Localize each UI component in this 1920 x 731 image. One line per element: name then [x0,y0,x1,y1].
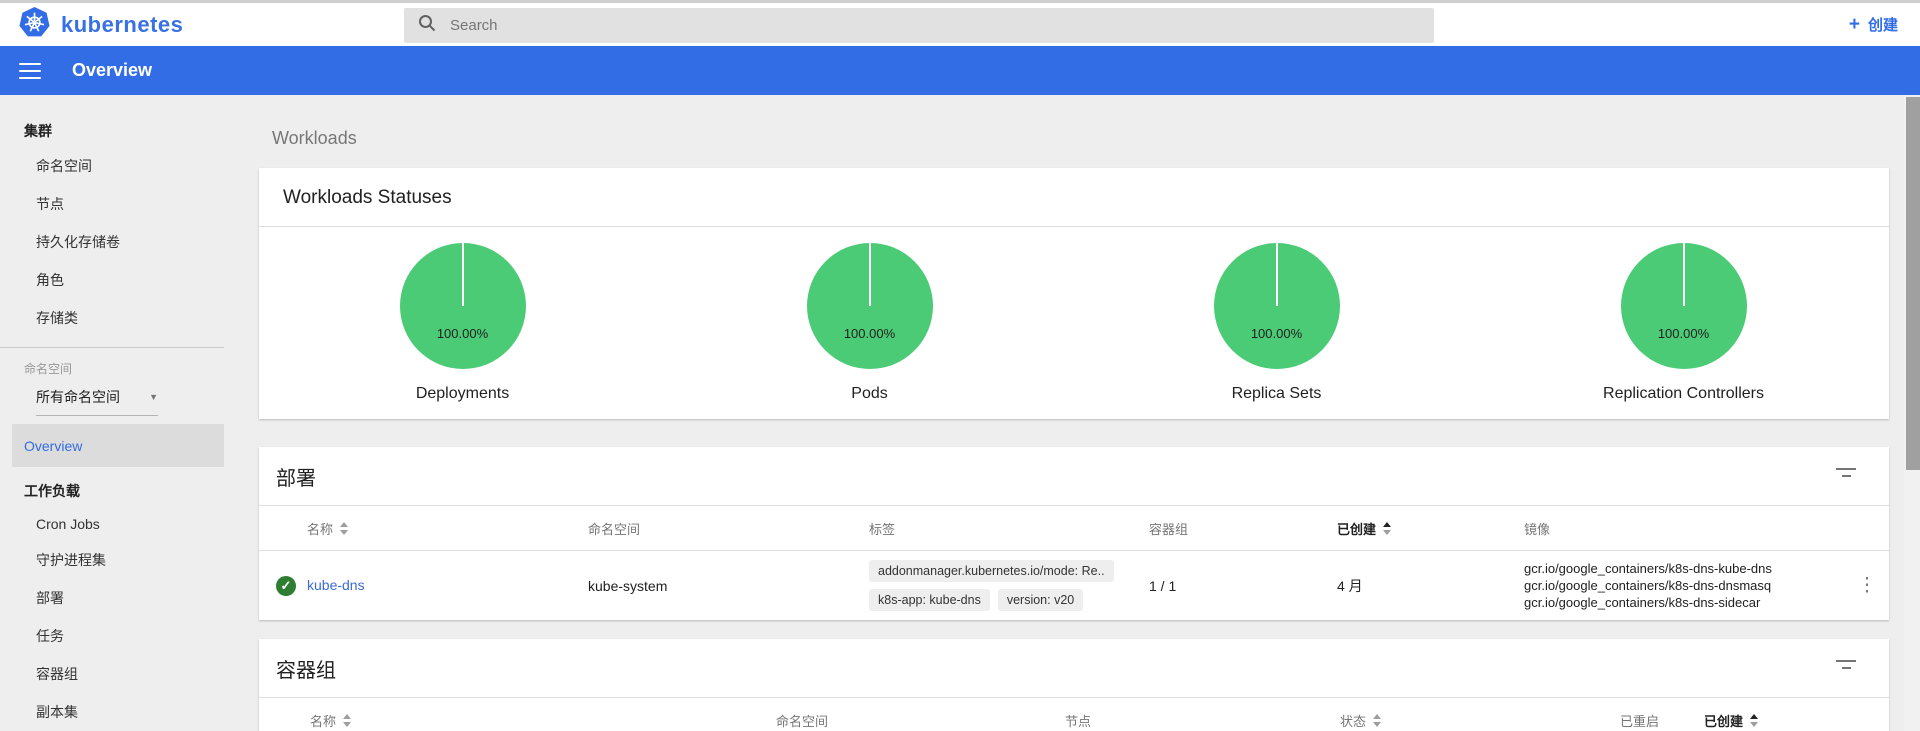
sidebar-header-workloads: 工作负载 [0,469,240,507]
deployment-images: gcr.io/google_containers/k8s-dns-kube-dn… [1524,560,1845,611]
filter-icon[interactable] [1835,655,1857,673]
kubernetes-brand[interactable]: kubernetes [0,6,183,44]
column-header-namespace[interactable]: 命名空间 [588,519,869,538]
create-button-label: 创建 [1868,14,1898,35]
deployments-pie-chart: 100.00% Deployments [259,235,666,403]
workloads-statuses-card: Workloads Statuses 100.00% Deployments 1… [259,168,1889,419]
search-icon [418,14,436,37]
replica-sets-pie-chart: 100.00% Replica Sets [1073,235,1480,403]
namespace-select[interactable]: 所有命名空间 ▼ [36,387,158,416]
sort-icon [1750,714,1758,727]
main-content: Workloads Workloads Statuses 100.00% Dep… [240,95,1920,731]
replication-controllers-pie-chart: 100.00% Replication Controllers [1480,235,1887,403]
row-actions-kebab-icon[interactable]: ⋮ [1845,574,1889,597]
chart-label: Replication Controllers [1603,385,1764,403]
column-header-created[interactable]: 已创建 [1337,519,1524,538]
brand-text: kubernetes [61,12,183,38]
sidebar-item-overview[interactable]: Overview [12,424,224,467]
status-ok-icon: ✓ [276,576,296,596]
sidebar-item-persistent-volumes[interactable]: 持久化存储卷 [0,223,240,261]
hamburger-menu-icon[interactable] [19,63,41,79]
pods-table-header: 名称 命名空间 节点 状态 已重启 已创建 [259,697,1889,731]
sidebar-item-nodes[interactable]: 节点 [0,185,240,223]
search-bar[interactable] [404,8,1434,43]
pie-value: 100.00% [400,326,526,341]
kubernetes-logo-icon [18,6,51,44]
top-header: kubernetes + 创建 [0,0,1920,46]
pie-value: 100.00% [1214,326,1340,341]
sidebar-item-jobs[interactable]: 任务 [0,617,240,655]
sidebar-header-cluster: 集群 [0,109,240,147]
column-header-labels[interactable]: 标签 [869,519,1149,538]
sidebar: 集群 命名空间 节点 持久化存储卷 角色 存储类 命名空间 所有命名空间 ▼ O… [0,95,240,731]
sidebar-item-storage-classes[interactable]: 存储类 [0,299,240,337]
page-title: Workloads [272,128,1920,149]
deployment-name-link[interactable]: kube-dns [307,577,365,593]
statuses-card-title: Workloads Statuses [259,168,1889,226]
sidebar-item-roles[interactable]: 角色 [0,261,240,299]
sidebar-item-deployments[interactable]: 部署 [0,579,240,617]
table-row: ✓ kube-dns kube-system addonmanager.kube… [259,550,1889,620]
column-header-namespace[interactable]: 命名空间 [776,711,1065,730]
column-header-node[interactable]: 节点 [1065,711,1340,730]
chart-label: Replica Sets [1232,385,1322,403]
sidebar-item-namespaces[interactable]: 命名空间 [0,147,240,185]
deployments-table-header: 名称 命名空间 标签 容器组 已创建 镜像 [259,505,1889,550]
deployment-pods-count: 1 / 1 [1149,578,1337,594]
sidebar-divider [0,347,224,348]
status-charts: 100.00% Deployments 100.00% Pods 100.00%… [259,227,1889,419]
search-input[interactable] [450,17,1330,34]
sidebar-item-cron-jobs[interactable]: Cron Jobs [0,507,240,541]
column-header-images[interactable]: 镜像 [1524,519,1845,538]
pie: 100.00% [807,243,933,369]
pie-value: 100.00% [807,326,933,341]
sort-icon [1373,714,1381,727]
plus-icon: + [1849,15,1860,34]
pods-card: 容器组 名称 命名空间 节点 状态 已重启 已创建 [259,639,1889,731]
column-header-name[interactable]: 名称 [310,711,776,730]
namespace-select-label: 命名空间 [0,350,240,381]
namespace-select-value: 所有命名空间 [36,387,120,407]
column-header-restarts[interactable]: 已重启 [1620,711,1704,730]
sidebar-item-pods[interactable]: 容器组 [0,655,240,693]
pie: 100.00% [1214,243,1340,369]
label-chip: k8s-app: kube-dns [869,589,990,611]
scrollbar-track[interactable] [1904,95,1920,731]
pods-card-title: 容器组 [259,639,1889,697]
column-header-name[interactable]: 名称 [307,519,588,538]
pie-value: 100.00% [1621,326,1747,341]
app-bar: Overview [0,46,1920,95]
pods-pie-chart: 100.00% Pods [666,235,1073,403]
sidebar-item-replica-sets[interactable]: 副本集 [0,693,240,731]
column-header-status[interactable]: 状态 [1340,711,1620,730]
sort-icon [340,522,348,535]
appbar-title: Overview [72,60,152,81]
chart-label: Deployments [416,385,509,403]
scrollbar-thumb[interactable] [1906,97,1920,470]
pie: 100.00% [1621,243,1747,369]
sort-icon [343,714,351,727]
sidebar-item-daemon-sets[interactable]: 守护进程集 [0,541,240,579]
filter-icon[interactable] [1835,463,1857,481]
label-chip: addonmanager.kubernetes.io/mode: Re.. [869,560,1114,582]
pie: 100.00% [400,243,526,369]
deployments-card-title: 部署 [259,447,1889,505]
create-button[interactable]: + 创建 [1849,3,1898,46]
deployment-created: 4 月 [1337,576,1524,596]
deployments-card: 部署 名称 命名空间 标签 容器组 已创建 镜像 ✓ [259,447,1889,620]
chevron-down-icon: ▼ [149,392,158,402]
column-header-created[interactable]: 已创建 [1704,711,1845,730]
chart-label: Pods [851,385,887,403]
deployment-namespace: kube-system [588,578,869,594]
sort-icon [1383,522,1391,535]
sidebar-item-overview-label: Overview [24,438,82,454]
label-chips: addonmanager.kubernetes.io/mode: Re.. k8… [869,560,1149,611]
column-header-pods[interactable]: 容器组 [1149,519,1337,538]
label-chip: version: v20 [998,589,1083,611]
